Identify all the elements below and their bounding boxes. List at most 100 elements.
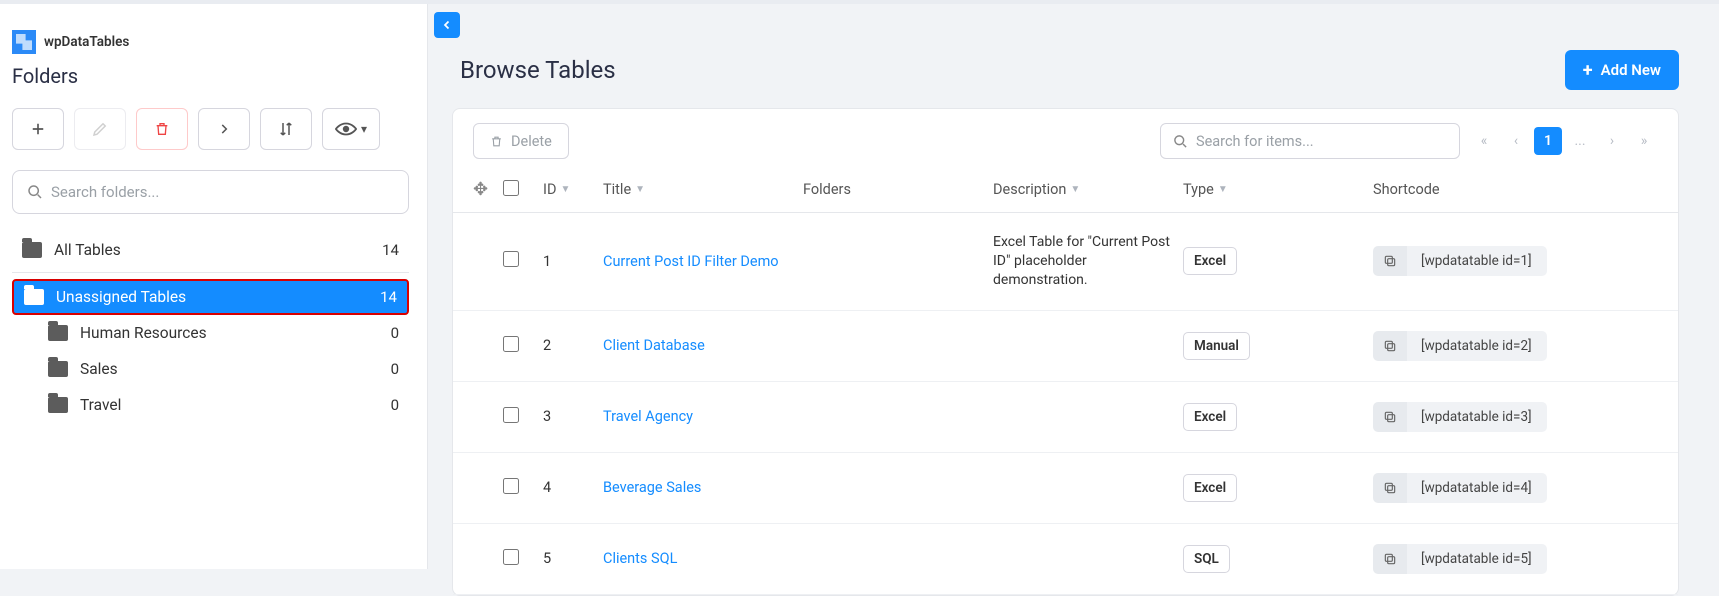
page-ellipsis: ... (1566, 127, 1594, 155)
add-new-button[interactable]: +Add New (1565, 50, 1679, 90)
row-description: Excel Table for "Current Post ID" placeh… (993, 233, 1183, 290)
row-checkbox[interactable] (503, 478, 519, 494)
sort-icon: ▼ (1070, 184, 1080, 195)
items-search-input[interactable] (1196, 133, 1447, 150)
search-icon (1173, 134, 1188, 149)
folder-search-input[interactable] (51, 183, 394, 201)
folder-label: Travel (80, 396, 391, 414)
next-folder-button[interactable] (198, 108, 250, 150)
trash-icon (490, 134, 503, 149)
row-title-link[interactable]: Current Post ID Filter Demo (603, 253, 779, 270)
folder-all-tables[interactable]: All Tables 14 (12, 232, 409, 268)
copy-shortcode-button[interactable] (1373, 246, 1407, 276)
page-title: Browse Tables (460, 56, 616, 84)
row-shortcode: [wpdatatable id=3] (1407, 402, 1547, 432)
col-header-shortcode: Shortcode (1373, 181, 1658, 198)
tables-panel: Delete « ‹ 1 ... › » (452, 108, 1679, 596)
row-id: 4 (543, 479, 603, 496)
row-shortcode: [wpdatatable id=4] (1407, 473, 1547, 503)
folder-icon (24, 289, 44, 305)
table-header-row: ✥ ID▼ Title▼ Folders Description▼ Type▼ … (453, 173, 1678, 213)
folder-label: Unassigned Tables (56, 288, 380, 306)
folder-count: 0 (391, 396, 399, 414)
visibility-folder-button[interactable]: ▾ (322, 108, 380, 150)
panel-toolbar: Delete « ‹ 1 ... › » (453, 109, 1678, 173)
copy-shortcode-button[interactable] (1373, 402, 1407, 432)
brand-name: wpDataTables (44, 34, 129, 50)
row-checkbox[interactable] (503, 407, 519, 423)
sidebar-subfolder[interactable]: Travel0 (12, 387, 409, 423)
row-type-badge: Excel (1183, 247, 1237, 275)
folder-label: Sales (80, 360, 391, 378)
delete-folder-button[interactable] (136, 108, 188, 150)
drag-handle-header[interactable]: ✥ (473, 179, 503, 200)
table-row: 2Client Database Manual [wpdatatable id=2] (453, 311, 1678, 382)
row-checkbox[interactable] (503, 549, 519, 565)
delete-label: Delete (511, 133, 552, 150)
row-shortcode: [wpdatatable id=5] (1407, 544, 1547, 574)
folder-icon (22, 242, 42, 258)
copy-shortcode-button[interactable] (1373, 473, 1407, 503)
row-id: 2 (543, 337, 603, 354)
folder-search[interactable] (12, 170, 409, 214)
add-new-label: Add New (1601, 61, 1661, 79)
page-last-button[interactable]: » (1630, 127, 1658, 155)
folder-icon (48, 397, 68, 413)
copy-shortcode-button[interactable] (1373, 544, 1407, 574)
folder-list: All Tables 14 Unassigned Tables 14 Human… (12, 232, 409, 423)
row-type-badge: Manual (1183, 332, 1250, 360)
col-header-description[interactable]: Description▼ (993, 181, 1183, 198)
main-header: Browse Tables +Add New (452, 4, 1679, 108)
add-folder-button[interactable] (12, 108, 64, 150)
main-content: Browse Tables +Add New Delete « ‹ (428, 4, 1719, 569)
folder-count: 14 (382, 241, 399, 259)
row-title-link[interactable]: Client Database (603, 337, 705, 354)
folder-label: Human Resources (80, 324, 391, 342)
row-id: 1 (543, 253, 603, 270)
row-checkbox[interactable] (503, 251, 519, 267)
row-checkbox[interactable] (503, 336, 519, 352)
page-number-current[interactable]: 1 (1534, 127, 1562, 155)
search-icon (27, 184, 43, 200)
delete-button[interactable]: Delete (473, 123, 569, 159)
sidebar-subfolder[interactable]: Sales0 (12, 351, 409, 387)
col-header-type[interactable]: Type▼ (1183, 181, 1373, 198)
collapse-sidebar-button[interactable] (434, 12, 460, 38)
row-shortcode: [wpdatatable id=2] (1407, 331, 1547, 361)
sidebar: wpDataTables Folders ▾ All Tables 14 Una… (0, 4, 428, 569)
edit-folder-button[interactable] (74, 108, 126, 150)
page-next-button[interactable]: › (1598, 127, 1626, 155)
pagination: « ‹ 1 ... › » (1470, 127, 1658, 155)
sort-icon: ▼ (635, 184, 645, 195)
brand-logo-icon (12, 30, 36, 54)
row-type-badge: Excel (1183, 474, 1237, 502)
items-search[interactable] (1160, 123, 1460, 159)
row-type-badge: Excel (1183, 403, 1237, 431)
select-all-checkbox[interactable] (503, 180, 519, 196)
sort-icon: ▼ (560, 184, 570, 195)
row-title-link[interactable]: Travel Agency (603, 408, 693, 425)
page-first-button[interactable]: « (1470, 127, 1498, 155)
table-row: 3Travel Agency Excel [wpdatatable id=3] (453, 382, 1678, 453)
sidebar-title: Folders (12, 64, 409, 88)
sort-folders-button[interactable] (260, 108, 312, 150)
sidebar-subfolder[interactable]: Human Resources0 (12, 315, 409, 351)
copy-shortcode-button[interactable] (1373, 331, 1407, 361)
row-type-badge: SQL (1183, 545, 1230, 573)
col-header-title[interactable]: Title▼ (603, 181, 803, 198)
folder-count: 14 (380, 288, 397, 306)
row-title-link[interactable]: Beverage Sales (603, 479, 701, 496)
table-row: 5Clients SQLSQL[wpdatatable id=5] (453, 524, 1678, 595)
folder-count: 0 (391, 360, 399, 378)
col-header-folders: Folders (803, 181, 993, 198)
folder-icon (48, 325, 68, 341)
row-id: 3 (543, 408, 603, 425)
folder-icon (48, 361, 68, 377)
row-shortcode: [wpdatatable id=1] (1407, 246, 1547, 276)
table-row: 1Current Post ID Filter Demo Excel Table … (453, 213, 1678, 311)
table-row: 4Beverage Sales Excel [wpdatatable id=4] (453, 453, 1678, 524)
page-prev-button[interactable]: ‹ (1502, 127, 1530, 155)
col-header-id[interactable]: ID▼ (543, 181, 603, 198)
folder-unassigned-tables[interactable]: Unassigned Tables 14 (12, 279, 409, 315)
brand: wpDataTables (12, 30, 409, 54)
